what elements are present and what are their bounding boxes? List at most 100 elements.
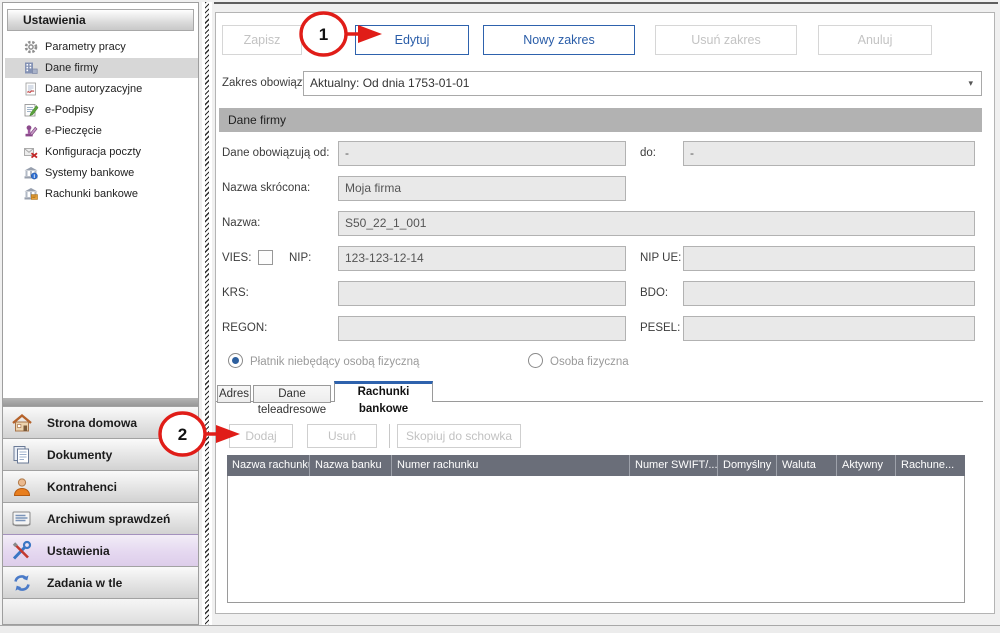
background-tasks-icon [10,572,36,594]
sidebar-item-e-pieczecie[interactable]: e-Pieczęcie [5,121,198,141]
krs-field [338,281,626,306]
nav-item-label: Zadania w tle [47,576,122,590]
copy-to-clipboard-button: Skopiuj do schowka [397,424,521,448]
e-signatures-icon [23,102,39,118]
vies-label: VIES: [222,246,251,271]
krs-label: KRS: [222,281,249,306]
short-name-field: Moja firma [338,176,626,201]
nav-empty-band [3,598,198,624]
column-header-rachunek[interactable]: Rachune... [896,455,965,476]
payer-radio-nonperson [228,353,243,368]
nav-item-label: Ustawienia [47,544,110,558]
settings-icon [10,540,36,562]
column-header-nazwa-rachunku[interactable]: Nazwa rachunku [227,455,310,476]
app-window: Ustawienia Parametry pracy Dane firmy Da… [0,0,1000,633]
validity-range-value: Aktualny: Od dnia 1753-01-01 [310,76,469,90]
pesel-label: PESEL: [640,316,680,341]
column-header-domyslny[interactable]: Domyślny [718,455,777,476]
sidebar-item-dane-firmy[interactable]: Dane firmy [5,58,198,78]
accounts-table-body[interactable] [227,476,965,603]
regon-field [338,316,626,341]
name-field: S50_22_1_001 [338,211,975,236]
payer-person-label: Osoba fizyczna [550,350,629,375]
bdo-label: BDO: [640,281,668,306]
bottom-status-strip [0,625,1000,633]
payer-radio-person [528,353,543,368]
sidebar-item-label: e-Pieczęcie [45,125,102,137]
valid-from-label: Dane obowiązują od: [222,141,329,166]
sidebar-item-label: Dane autoryzacyjne [45,83,142,95]
sidebar-item-label: Parametry pracy [45,41,126,53]
sidebar-item-label: Dane firmy [45,62,98,74]
payer-nonperson-label: Płatnik niebędący osobą fizyczną [250,350,419,375]
column-header-numer-swift[interactable]: Numer SWIFT/... [630,455,718,476]
save-button: Zapisz [222,25,302,55]
e-seals-icon [23,123,39,139]
sidebar-item-dane-autoryzacyjne[interactable]: Dane autoryzacyjne [5,79,198,99]
add-button: Dodaj [229,424,293,448]
sidebar-item-parametry-pracy[interactable]: Parametry pracy [5,37,198,57]
nav-item-strona-domowa[interactable]: Strona domowa [3,406,198,438]
valid-to-label: do: [640,141,656,166]
delete-range-button: Usuń zakres [655,25,797,55]
chevron-down-icon: ▾ [968,72,973,95]
section-header-dane-firmy: Dane firmy [219,108,982,132]
edit-button[interactable]: Edytuj [355,25,469,55]
nav-item-label: Archiwum sprawdzeń [47,512,170,526]
sidebar-item-e-podpisy[interactable]: e-Podpisy [5,100,198,120]
sidebar-panel: Ustawienia Parametry pracy Dane firmy Da… [2,2,199,625]
column-header-nazwa-banku[interactable]: Nazwa banku [310,455,392,476]
archive-icon [10,508,36,530]
documents-icon [10,444,36,466]
nav-item-zadania-w-tle[interactable]: Zadania w tle [3,566,198,598]
vies-checkbox [258,250,273,265]
sidebar-item-rachunki-bankowe[interactable]: Rachunki bankowe [5,184,198,204]
contractors-icon [10,476,36,498]
column-header-aktywny[interactable]: Aktywny [837,455,896,476]
sidebar-item-label: Rachunki bankowe [45,188,138,200]
tab-strip-divider [216,401,983,402]
nav-item-label: Dokumenty [47,448,112,462]
authorization-icon [23,81,39,97]
nip-field: 123-123-12-14 [338,246,626,271]
valid-from-field: - [338,141,626,166]
tab-rachunki-bankowe[interactable]: Rachunki bankowe [334,381,433,402]
nav-item-label: Kontrahenci [47,480,117,494]
validity-range-select[interactable]: Aktualny: Od dnia 1753-01-01 ▾ [303,71,982,96]
tab-adres[interactable]: Adres [217,385,251,403]
grid-toolbar-separator [389,424,390,448]
cancel-button: Anuluj [818,25,932,55]
column-header-waluta[interactable]: Waluta [777,455,837,476]
valid-to-field: - [683,141,975,166]
nav-item-ustawienia[interactable]: Ustawienia [3,534,198,566]
accounts-table-header: Nazwa rachunku Nazwa banku Numer rachunk… [227,455,965,476]
sidebar-item-label: e-Podpisy [45,104,94,116]
nip-ue-field [683,246,975,271]
gear-icon [23,39,39,55]
bdo-field [683,281,975,306]
nav-item-archiwum-sprawdzen[interactable]: Archiwum sprawdzeń [3,502,198,534]
tab-dane-teleadresowe[interactable]: Dane teleadresowe [253,385,331,403]
pesel-field [683,316,975,341]
new-range-button[interactable]: Nowy zakres [483,25,635,55]
nip-label: NIP: [289,246,311,271]
banking-systems-icon: i [23,165,39,181]
top-divider [214,2,998,4]
sidebar-item-konfiguracja-poczty[interactable]: Konfiguracja poczty [5,142,198,162]
remove-button: Usuń [307,424,377,448]
bank-accounts-icon [23,186,39,202]
nav-item-label: Strona domowa [47,416,137,430]
vertical-splitter[interactable] [202,2,212,631]
mail-config-icon [23,144,39,160]
sidebar-item-systemy-bankowe[interactable]: i Systemy bankowe [5,163,198,183]
sidebar-horizontal-splitter[interactable] [3,398,198,406]
column-header-numer-rachunku[interactable]: Numer rachunku [392,455,630,476]
short-name-label: Nazwa skrócona: [222,176,310,201]
regon-label: REGON: [222,316,267,341]
name-label: Nazwa: [222,211,260,236]
splitter-pattern [205,2,209,631]
sidebar-item-label: Systemy bankowe [45,167,134,179]
nav-item-kontrahenci[interactable]: Kontrahenci [3,470,198,502]
nav-item-dokumenty[interactable]: Dokumenty [3,438,198,470]
company-icon [23,60,39,76]
